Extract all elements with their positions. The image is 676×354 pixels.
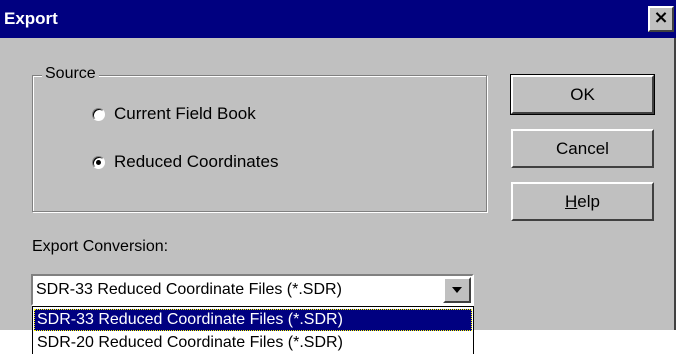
- ok-button[interactable]: OK: [510, 74, 655, 115]
- radio-current-field-book[interactable]: Current Field Book: [92, 104, 256, 124]
- cancel-button-label: Cancel: [556, 138, 609, 158]
- dropdown-option-sdr33[interactable]: SDR-33 Reduced Coordinate Files (*.SDR): [34, 309, 472, 331]
- screen: Export × Source Current Field Book Reduc…: [0, 0, 676, 354]
- export-dialog: Export × Source Current Field Book Reduc…: [0, 0, 676, 330]
- help-button[interactable]: Help: [511, 182, 654, 221]
- title-bar[interactable]: Export ×: [0, 0, 676, 38]
- window-title: Export: [4, 9, 58, 28]
- source-groupbox: [32, 75, 487, 212]
- combobox-value: SDR-33 Reduced Coordinate Files (*.SDR): [36, 281, 342, 298]
- cancel-button[interactable]: Cancel: [511, 129, 654, 168]
- radio-label: Reduced Coordinates: [114, 152, 279, 171]
- export-conversion-dropdown-list: SDR-33 Reduced Coordinate Files (*.SDR) …: [32, 306, 474, 354]
- close-button[interactable]: ×: [648, 6, 674, 32]
- help-mnemonic: H: [565, 191, 578, 211]
- export-conversion-label: Export Conversion:: [32, 238, 169, 255]
- radio-reduced-coordinates[interactable]: Reduced Coordinates: [92, 152, 278, 172]
- close-icon: ×: [653, 7, 669, 28]
- export-conversion-combobox[interactable]: SDR-33 Reduced Coordinate Files (*.SDR): [31, 274, 474, 306]
- source-legend: Source: [42, 65, 99, 83]
- dropdown-arrow-button[interactable]: [443, 277, 471, 303]
- radio-label: Current Field Book: [114, 104, 256, 123]
- radio-checked-icon[interactable]: [92, 155, 105, 169]
- ok-button-label: OK: [570, 84, 595, 104]
- help-button-label: elp: [577, 191, 600, 211]
- dropdown-option-sdr20[interactable]: SDR-20 Reduced Coordinate Files (*.SDR): [34, 332, 472, 354]
- radio-icon[interactable]: [92, 107, 105, 121]
